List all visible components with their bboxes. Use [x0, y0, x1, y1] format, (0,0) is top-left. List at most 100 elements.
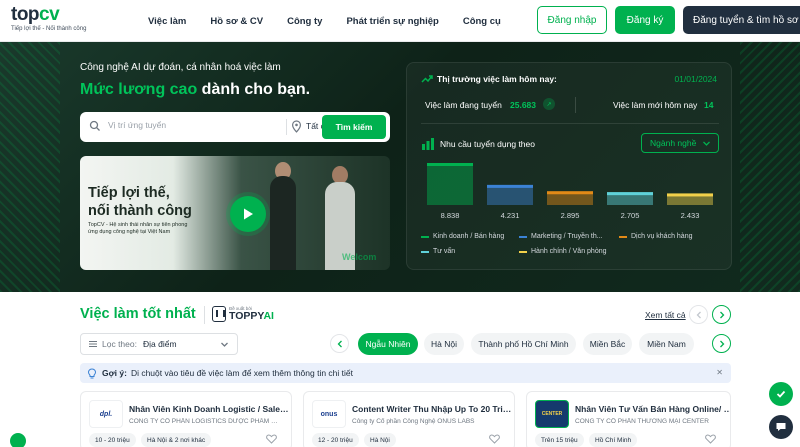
next-page-button[interactable] — [712, 305, 731, 324]
demand-category-select[interactable]: Ngành nghề — [641, 133, 719, 153]
shield-check-icon — [776, 390, 786, 398]
filter-value: Địa điểm — [142, 339, 177, 349]
bar-value-label-0: 8.838 — [441, 211, 460, 220]
market-date: 01/01/2024 — [674, 74, 717, 84]
chip-hcm[interactable]: Thành phố Hồ Chí Minh — [471, 333, 576, 355]
play-icon — [244, 208, 253, 220]
verified-floating-button[interactable] — [769, 382, 793, 406]
login-button[interactable]: Đăng nhập — [537, 6, 607, 34]
salary-badge: Trên 15 triệu — [535, 433, 584, 447]
legend-item: Hành chính / Văn phòng — [519, 248, 607, 255]
banner-subtitle: TopCV - Hệ sinh thái nhân sự tiên phong … — [88, 222, 188, 235]
hero-decoration-right — [740, 42, 800, 292]
bar-cap-4 — [667, 193, 713, 197]
lightbulb-icon — [87, 367, 97, 378]
nav-cv[interactable]: Hồ sơ & CV — [210, 16, 263, 27]
nav-jobs[interactable]: Việc làm — [148, 16, 186, 27]
hero-section: Công nghệ AI dự đoán, cá nhân hoá việc l… — [0, 42, 800, 292]
legend-item: Tư vấn — [421, 248, 455, 255]
demand-select-value: Ngành nghề — [650, 138, 697, 148]
chip-random[interactable]: Ngẫu Nhiên — [358, 333, 418, 355]
play-video-button[interactable] — [230, 196, 266, 232]
panel-divider — [421, 123, 719, 124]
company-name: CÔNG TY CỔ PHẦN LOGISTICS DƯỢC PHẨM VIỆT… — [129, 418, 279, 425]
filter-icon — [89, 341, 97, 347]
job-title[interactable]: Nhân Viên Tư Vấn Bán Hàng Online/ Telesa… — [575, 404, 730, 414]
bar-cap-2 — [547, 191, 593, 195]
job-title[interactable]: Content Writer Thu Nhập Up To 20 Triệu — [352, 404, 512, 414]
banner-watermark: Welcom — [342, 252, 377, 262]
nav-career[interactable]: Phát triển sự nghiệp — [346, 16, 438, 27]
employer-button[interactable]: Đăng tuyển & tìm hồ sơ — [683, 6, 800, 34]
search-button[interactable]: Tìm kiếm — [322, 115, 386, 139]
logo-wordmark: topcv — [11, 4, 60, 25]
chip-north[interactable]: Miền Bắc — [583, 333, 632, 355]
bar-0 — [427, 163, 473, 205]
active-jobs-label: Việc làm đang tuyển — [425, 100, 502, 110]
legend-swatch — [519, 250, 527, 253]
toppy-ai-badge: Đề xuất bởi TOPPYAI — [212, 306, 274, 322]
register-button[interactable]: Đăng ký — [615, 6, 675, 34]
bar-cap-1 — [487, 184, 533, 188]
heart-icon[interactable] — [705, 434, 716, 444]
chevron-right-icon — [719, 340, 724, 347]
job-card[interactable]: dpl. Nhân Viên Kinh Doanh Logistic / Sal… — [80, 391, 292, 447]
location-badge: Hà Nội — [364, 433, 396, 447]
chips-next-button[interactable] — [712, 334, 731, 353]
job-search-input[interactable]: Vị trí ứng tuyển — [108, 120, 166, 130]
filter-dropdown[interactable]: Lọc theo: Địa điểm — [80, 333, 238, 355]
chat-floating-button[interactable] — [769, 415, 793, 439]
nav-companies[interactable]: Công ty — [287, 16, 322, 27]
top-header: topcv Tiếp lợi thế - Nối thành công Việc… — [0, 0, 800, 42]
nav-tools[interactable]: Công cụ — [463, 16, 501, 27]
main-nav: Việc làm Hồ sơ & CV Công ty Phát triển s… — [148, 0, 525, 42]
chip-south[interactable]: Miền Nam — [639, 333, 694, 355]
location-badge: Hồ Chí Minh — [589, 433, 638, 447]
job-card[interactable]: onus Content Writer Thu Nhập Up To 20 Tr… — [303, 391, 515, 447]
bar-value-label-2: 2.895 — [561, 211, 580, 220]
hint-bar: Gợi ý: Di chuột vào tiêu đề việc làm để … — [80, 363, 731, 383]
prev-page-button[interactable] — [689, 305, 708, 324]
active-jobs-value: 25.683 — [510, 100, 536, 110]
market-title: Thị trường việc làm hôm nay: — [437, 74, 557, 84]
chat-icon — [776, 423, 786, 431]
new-jobs-value: 14 — [704, 100, 714, 110]
salary-badge: 12 - 20 triệu — [312, 433, 359, 447]
company-logo: CENTER — [535, 400, 569, 428]
support-floating-button[interactable] — [10, 433, 26, 447]
topcv-logo[interactable]: topcv Tiếp lợi thế - Nối thành công — [11, 4, 87, 33]
filter-label: Lọc theo: — [102, 339, 137, 349]
legend-swatch — [619, 235, 627, 238]
bar-cap-0 — [427, 163, 473, 166]
heart-icon[interactable] — [489, 434, 500, 444]
chip-hanoi[interactable]: Hà Nội — [424, 333, 464, 355]
bar-cap-3 — [607, 192, 653, 196]
promo-banner[interactable]: Tiếp lợi thế, nối thành công TopCV - Hệ s… — [80, 156, 390, 270]
demand-title: Nhu cầu tuyển dụng theo — [440, 139, 535, 149]
legend-item: Dịch vụ khách hàng — [619, 233, 692, 240]
bar-value-label-3: 2.705 — [621, 211, 640, 220]
legend-swatch — [519, 235, 527, 238]
toppy-ai-label: TOPPYAI — [229, 310, 274, 322]
stats-divider — [575, 97, 576, 113]
close-icon[interactable]: ✕ — [716, 368, 723, 377]
logo-slogan: Tiếp lợi thế - Nối thành công — [11, 26, 87, 32]
job-title[interactable]: Nhân Viên Kinh Doanh Logistic / Sales Lo… — [129, 404, 289, 414]
heart-icon[interactable] — [266, 434, 277, 444]
legend-swatch — [421, 235, 429, 238]
hint-label: Gợi ý: — [102, 368, 127, 378]
toppy-logo-icon — [212, 306, 226, 322]
salary-badge: 10 - 20 triệu — [89, 433, 136, 447]
location-badge: Hà Nội & 2 nơi khác — [141, 433, 212, 447]
see-all-link[interactable]: Xem tất cả — [645, 310, 686, 320]
company-logo: onus — [312, 400, 346, 428]
hint-text: Di chuột vào tiêu đề việc làm để xem thê… — [130, 368, 353, 378]
search-divider — [286, 119, 287, 135]
location-pin-icon — [291, 120, 302, 133]
bar-value-label-4: 2.433 — [681, 211, 700, 220]
hero-tagline: Công nghệ AI dự đoán, cá nhân hoá việc l… — [80, 62, 281, 73]
job-card[interactable]: CENTER Nhân Viên Tư Vấn Bán Hàng Online/… — [526, 391, 731, 447]
chevron-down-icon — [221, 342, 228, 347]
chips-prev-button[interactable] — [330, 334, 349, 353]
chevron-down-icon — [703, 141, 710, 146]
